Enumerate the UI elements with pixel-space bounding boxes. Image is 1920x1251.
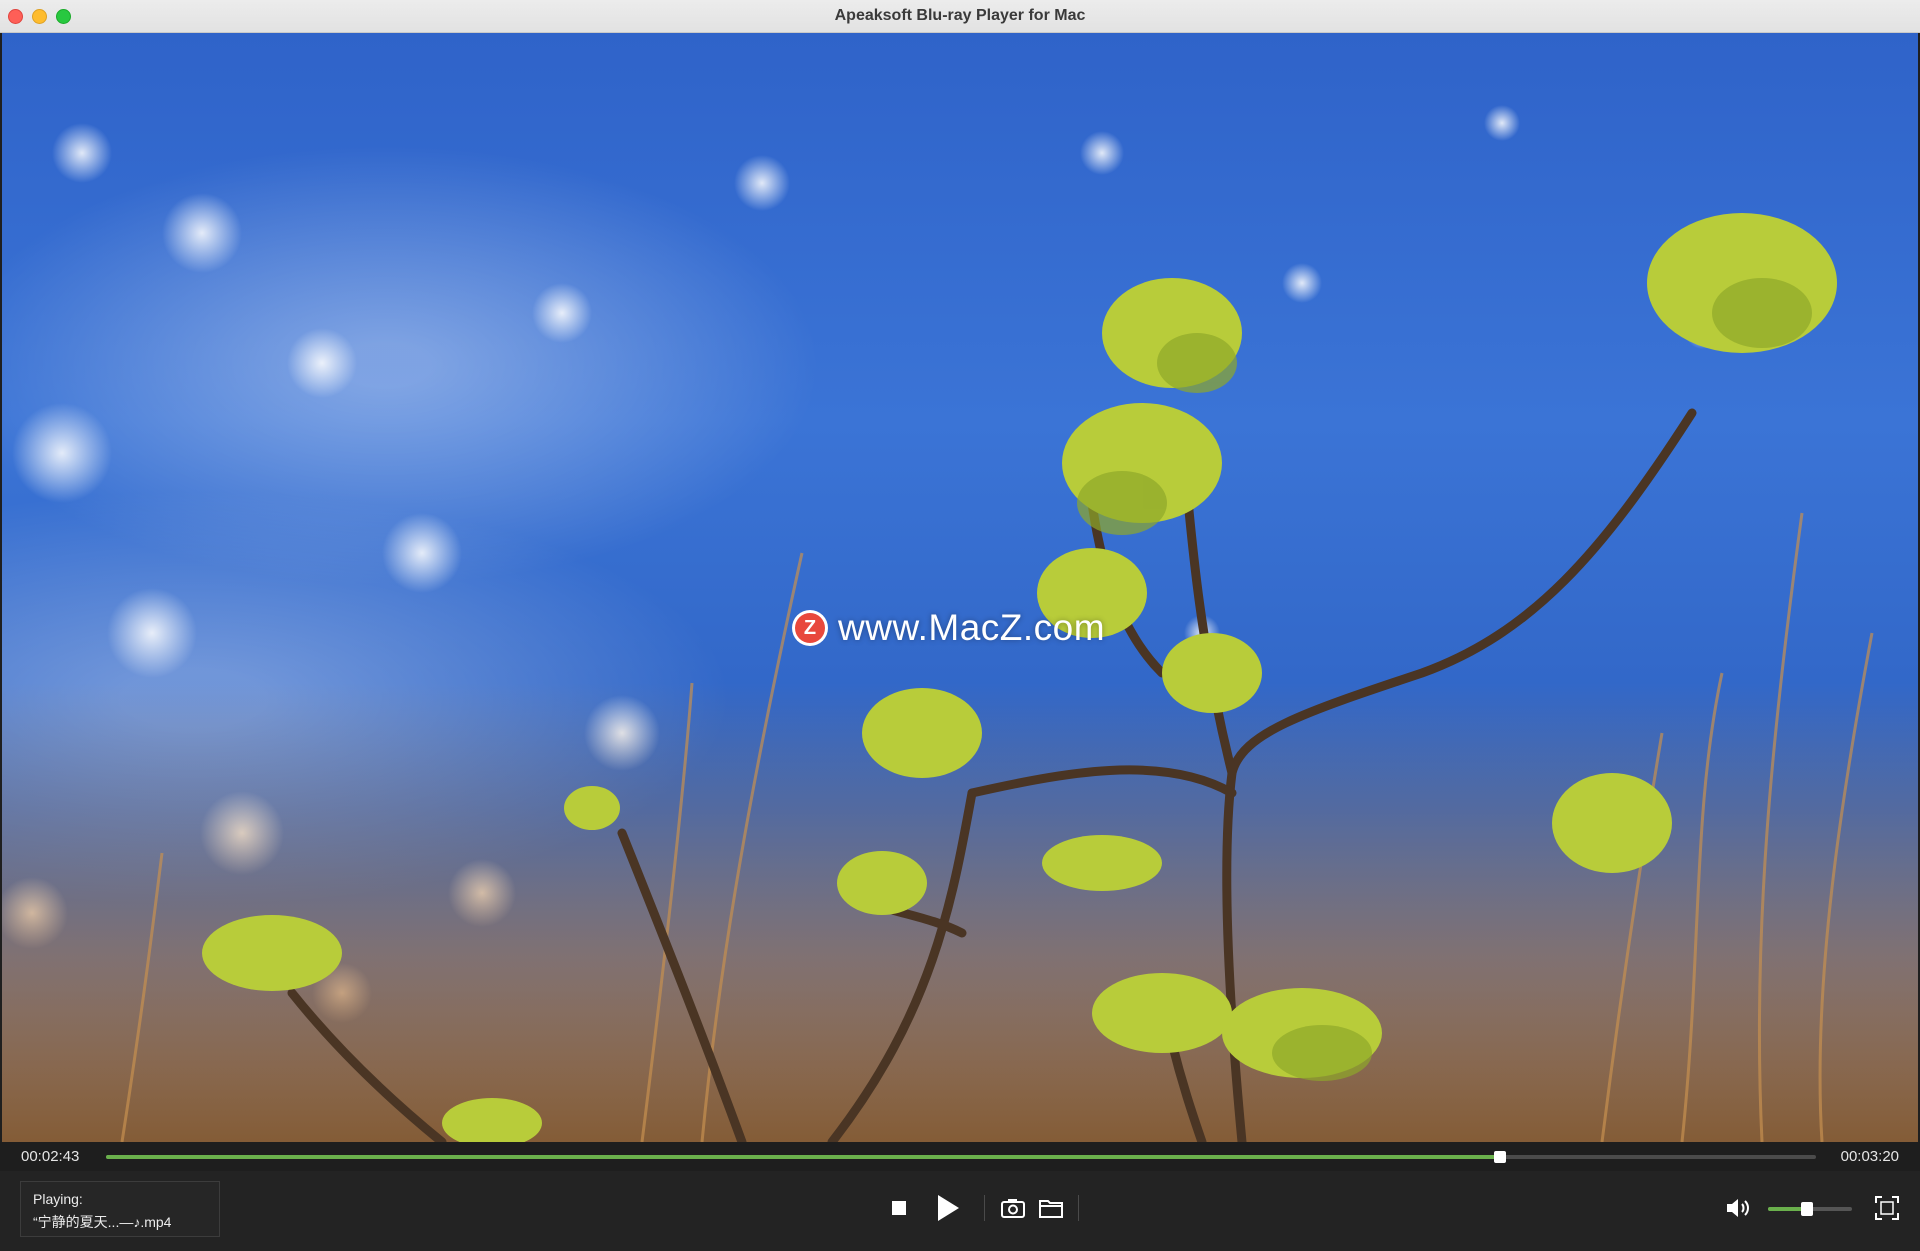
window-title: Apeaksoft Blu-ray Player for Mac: [834, 7, 1086, 24]
watermark: Z www.MacZ.com: [792, 605, 1105, 651]
camera-icon: [1001, 1199, 1025, 1218]
volume-slider[interactable]: [1768, 1202, 1852, 1216]
macz-logo-icon: Z: [792, 610, 828, 646]
progress-row: 00:02:43 00:03:20: [0, 1142, 1920, 1171]
play-button[interactable]: [933, 1191, 963, 1225]
mute-button[interactable]: [1724, 1195, 1754, 1221]
open-folder-button[interactable]: [1038, 1195, 1064, 1221]
speaker-icon: [1727, 1199, 1749, 1217]
stop-icon: [892, 1201, 906, 1215]
seek-bar-progress: [106, 1155, 1500, 1159]
play-icon: [938, 1195, 959, 1221]
control-bar: Playing: “宁静的夏天...—♪.mp4: [0, 1171, 1920, 1251]
watermark-text: www.MacZ.com: [838, 607, 1106, 648]
now-playing-label: Playing:: [33, 1191, 83, 1207]
snapshot-button[interactable]: [1000, 1195, 1026, 1221]
divider: [1078, 1195, 1079, 1221]
divider: [984, 1195, 985, 1221]
current-time: 00:02:43: [21, 1148, 80, 1165]
now-playing-file: “宁静的夏天...—♪.mp4: [33, 1214, 172, 1230]
seek-handle[interactable]: [1493, 1151, 1506, 1163]
video-frame: [2, 105, 1918, 1142]
seek-bar[interactable]: [106, 1151, 1816, 1163]
fullscreen-icon: [1875, 1196, 1899, 1220]
stop-button[interactable]: [888, 1197, 910, 1219]
player-window: Apeaksoft Blu-ray Player for Mac Z www.M…: [0, 0, 1920, 1251]
video-area[interactable]: Z www.MacZ.com: [2, 33, 1918, 1142]
now-playing-box: Playing: “宁静的夏天...—♪.mp4: [20, 1181, 220, 1237]
total-time: 00:03:20: [1840, 1148, 1899, 1165]
fullscreen-button[interactable]: [1874, 1195, 1900, 1221]
title-bar: Apeaksoft Blu-ray Player for Mac: [0, 0, 1920, 33]
folder-icon: [1039, 1200, 1063, 1218]
volume-handle[interactable]: [1801, 1202, 1814, 1216]
